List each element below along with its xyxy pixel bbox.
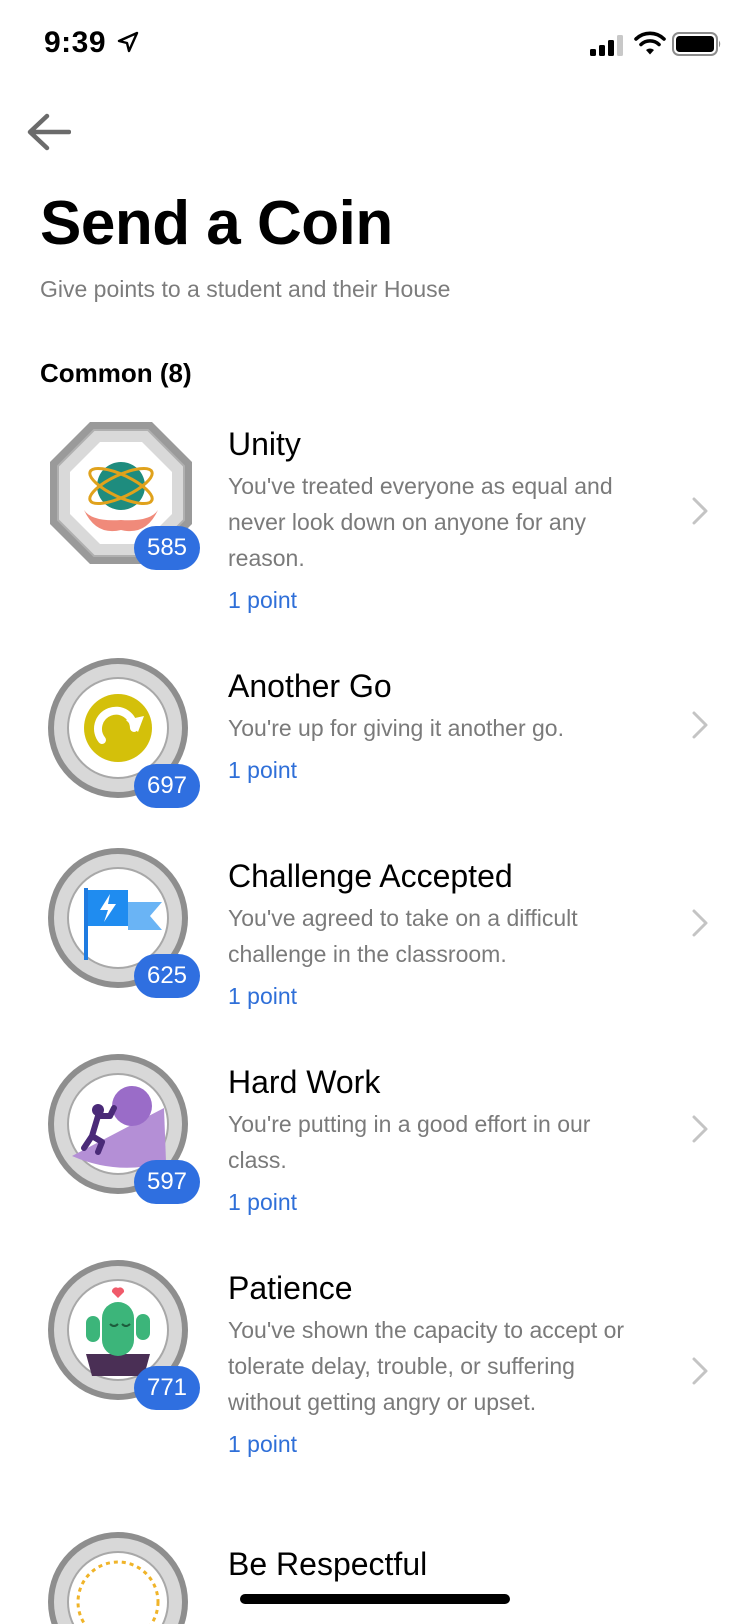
chevron-right-icon (692, 497, 708, 525)
cellular-signal-icon (590, 35, 623, 56)
page-subtitle: Give points to a student and their House (40, 276, 451, 302)
coin-row-hard-work[interactable]: 597 Hard Work You're putting in a good e… (0, 1052, 750, 1232)
status-time: 9:39 (44, 26, 107, 59)
chevron-right-icon (692, 1357, 708, 1385)
count-badge: 771 (134, 1366, 200, 1410)
coin-points: 1 point (228, 587, 298, 613)
coin-text: Unity You've treated everyone as equal a… (228, 424, 648, 618)
coin-description: You've treated everyone as equal and nev… (228, 473, 613, 571)
coin-description: You've agreed to take on a difficult cha… (228, 905, 578, 967)
coin-name: Be Respectful (228, 1546, 428, 1582)
screen: 9:39 Send a Coin Give points to a studen… (0, 0, 750, 1624)
coin-text: Another Go You're up for giving it anoth… (228, 666, 648, 788)
coin-badge: 625 (46, 846, 200, 998)
coin-row-patience[interactable]: 771 Patience You've shown the capacity t… (0, 1258, 750, 1508)
chevron-right-icon (692, 711, 708, 739)
coin-text: Patience You've shown the capacity to ac… (228, 1268, 648, 1462)
coin-icon (48, 1532, 188, 1624)
chevron-right-icon (692, 1115, 708, 1143)
wifi-icon (634, 31, 666, 55)
battery-icon (672, 32, 721, 56)
coin-name: Challenge Accepted (228, 858, 513, 894)
coin-text: Hard Work You're putting in a good effor… (228, 1062, 648, 1220)
coin-row-be-respectful[interactable]: Be Respectful (0, 1530, 750, 1624)
coin-description: You're up for giving it another go. (228, 715, 564, 741)
arrow-left-icon (27, 113, 71, 151)
count-badge: 697 (134, 764, 200, 808)
coin-badge: 771 (46, 1258, 200, 1410)
back-button[interactable] (20, 104, 76, 160)
coin-name: Unity (228, 426, 301, 462)
count-badge: 585 (134, 526, 200, 570)
coin-points: 1 point (228, 983, 298, 1009)
coin-points: 1 point (228, 1431, 298, 1457)
section-header: Common (8) (40, 358, 192, 388)
count-badge: 625 (134, 954, 200, 998)
coin-badge: 597 (46, 1052, 200, 1204)
coin-points: 1 point (228, 757, 298, 783)
coin-text: Be Respectful (228, 1544, 648, 1584)
location-arrow-icon (117, 31, 139, 53)
coin-description: You've shown the capacity to accept or t… (228, 1317, 625, 1415)
coin-name: Another Go (228, 668, 392, 704)
coin-points: 1 point (228, 1189, 298, 1215)
page-title: Send a Coin (40, 189, 393, 258)
coin-row-unity[interactable]: 585 Unity You've treated everyone as equ… (0, 414, 750, 624)
coin-name: Hard Work (228, 1064, 381, 1100)
count-badge: 597 (134, 1160, 200, 1204)
coin-row-challenge-accepted[interactable]: 625 Challenge Accepted You've agreed to … (0, 846, 750, 1026)
coin-description: You're putting in a good effort in our c… (228, 1111, 591, 1173)
home-indicator[interactable] (240, 1594, 510, 1604)
coin-badge: 697 (46, 656, 200, 808)
coin-name: Patience (228, 1270, 353, 1306)
coin-text: Challenge Accepted You've agreed to take… (228, 856, 648, 1014)
coin-badge (46, 1530, 196, 1624)
chevron-right-icon (692, 909, 708, 937)
status-bar: 9:39 (0, 0, 750, 90)
coin-badge: 585 (46, 418, 200, 570)
coin-row-another-go[interactable]: 697 Another Go You're up for giving it a… (0, 656, 750, 816)
